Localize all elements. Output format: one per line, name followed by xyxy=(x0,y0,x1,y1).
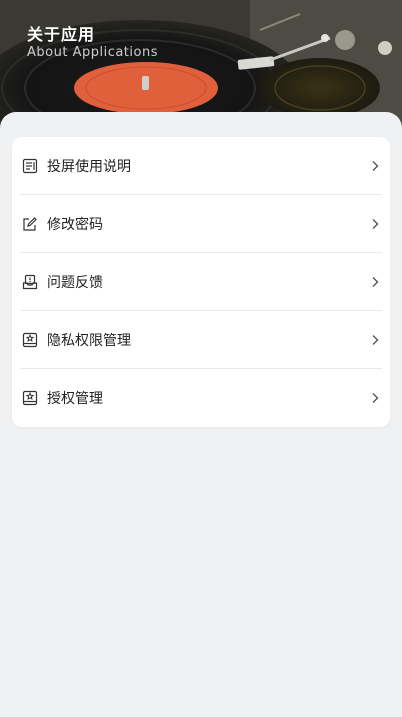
menu-item-change-password[interactable]: 修改密码 xyxy=(20,195,382,253)
edit-icon xyxy=(21,215,39,233)
page-subtitle: About Applications xyxy=(27,45,158,60)
settings-card: 投屏使用说明 修改密码 问题反馈 隐私权限管理 授权管理 xyxy=(12,137,390,427)
authorization-icon xyxy=(21,389,39,407)
document-icon xyxy=(21,157,39,175)
menu-item-screen-cast-guide[interactable]: 投屏使用说明 xyxy=(20,137,382,195)
chevron-right-icon xyxy=(370,275,380,289)
feedback-icon xyxy=(21,273,39,291)
menu-item-label: 投屏使用说明 xyxy=(47,159,131,175)
menu-item-label: 隐私权限管理 xyxy=(47,333,131,349)
chevron-right-icon xyxy=(370,333,380,347)
menu-item-label: 授权管理 xyxy=(47,391,103,407)
page-title: 关于应用 xyxy=(27,25,96,44)
menu-item-label: 问题反馈 xyxy=(47,275,103,291)
menu-item-feedback[interactable]: 问题反馈 xyxy=(20,253,382,311)
chevron-right-icon xyxy=(370,391,380,405)
menu-item-label: 修改密码 xyxy=(47,217,103,233)
privacy-icon xyxy=(21,331,39,349)
chevron-right-icon xyxy=(370,217,380,231)
chevron-right-icon xyxy=(370,159,380,173)
menu-item-authorization-management[interactable]: 授权管理 xyxy=(20,369,382,427)
menu-item-privacy-permissions[interactable]: 隐私权限管理 xyxy=(20,311,382,369)
